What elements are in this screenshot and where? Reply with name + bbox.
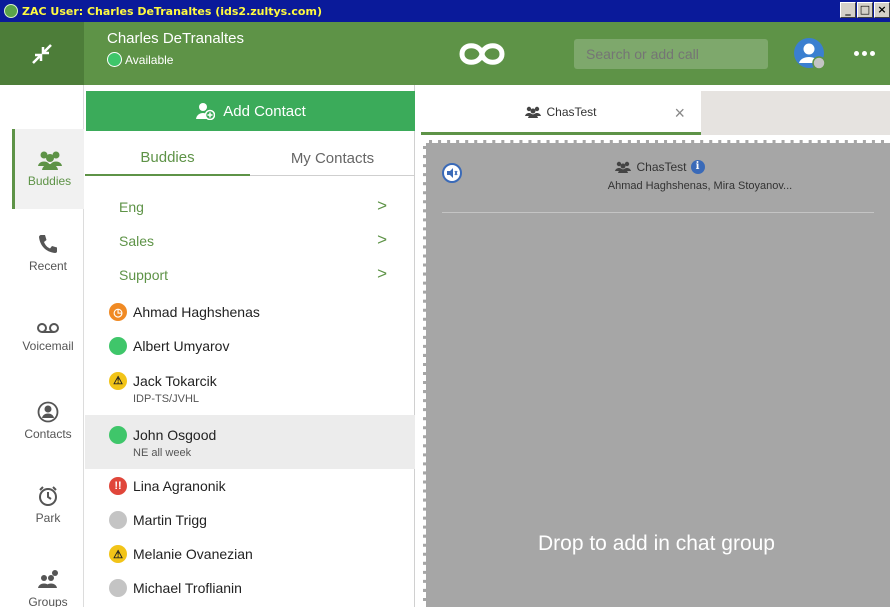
chat-title-row: ChasTest i [440, 160, 880, 174]
add-contact-label: Add Contact [223, 102, 306, 120]
chevron-right-icon: > [377, 230, 387, 249]
buddy-name: Ahmad Haghshenas [133, 304, 260, 320]
away-status-icon: ◷ [109, 303, 127, 321]
divider [442, 212, 874, 213]
more-dot-icon [861, 50, 867, 56]
available-status-icon [109, 337, 127, 355]
voicemail-icon [37, 323, 59, 333]
nav-groups[interactable]: Groups [12, 549, 84, 607]
group-label: Eng [119, 199, 144, 215]
close-icon[interactable]: × [674, 103, 685, 124]
warning-status-icon: ⚠ [109, 545, 127, 563]
nav-park[interactable]: Park [12, 465, 84, 545]
chat-title: ChasTest [636, 160, 687, 174]
user-status[interactable]: Available [107, 52, 173, 67]
tab-buddies[interactable]: Buddies [85, 140, 250, 176]
chat-members: Ahmad Haghshenas, Mira Stoyanov... [607, 180, 793, 192]
groups-icon [38, 570, 58, 588]
nav-voicemail[interactable]: Voicemail [12, 297, 84, 377]
window-titlebar: ZAC User: Charles DeTranaltes (ids2.zult… [0, 0, 890, 22]
group-row-support[interactable]: Support > [85, 258, 415, 292]
user-name: Charles DeTranaltes [107, 30, 244, 47]
group-row-eng[interactable]: Eng > [85, 190, 415, 224]
add-person-icon [196, 103, 216, 120]
buddy-name: Melanie Ovanezian [133, 546, 253, 562]
tab-chastest[interactable]: ChasTest × [421, 91, 701, 135]
available-status-icon [109, 425, 127, 444]
contacts-icon [37, 401, 59, 423]
chat-header: ChasTest i Ahmad Haghshenas, Mira Stoyan… [440, 150, 880, 212]
buddy-row[interactable]: !! Lina Agranonik [85, 469, 415, 503]
drop-hint-text: Drop to add in chat group [538, 532, 775, 555]
buddy-row[interactable]: Albert Umyarov [85, 329, 415, 363]
buddy-row[interactable]: John Osgood NE all week [85, 415, 415, 469]
nav-buddies[interactable]: Buddies [12, 129, 84, 209]
park-icon [39, 486, 57, 506]
buddy-row[interactable]: ⚠ Jack Tokarcik IDP-TS/JVHL [85, 363, 415, 413]
panel-tabs: Buddies My Contacts [85, 140, 415, 176]
group-label: Sales [119, 233, 155, 249]
buddy-row[interactable]: ⚠ Melanie Ovanezian [85, 537, 415, 571]
window-title: ZAC User: Charles DeTranaltes (ids2.zult… [22, 4, 322, 18]
nav-label: Buddies [27, 174, 72, 188]
nav-label: Voicemail [22, 339, 74, 353]
user-avatar-icon[interactable] [793, 37, 827, 71]
chevron-right-icon: > [377, 196, 387, 215]
more-dot-icon [853, 50, 859, 56]
add-contact-button[interactable]: Add Contact [86, 91, 415, 131]
buddy-name: John Osgood [133, 426, 217, 443]
nav-recent[interactable]: Recent [12, 213, 84, 293]
buddy-name: Michael Troflianin [133, 580, 242, 596]
warning-status-icon: ⚠ [109, 371, 127, 390]
buddies-panel: Add Contact Buddies My Contacts Eng > Sa… [85, 85, 415, 607]
more-options-button[interactable] [847, 43, 881, 63]
buddy-row[interactable]: ◷ Ahmad Haghshenas [85, 295, 415, 329]
offline-status-icon [109, 511, 127, 529]
collapse-button[interactable] [0, 22, 84, 85]
minimize-button[interactable]: _ [840, 2, 856, 18]
buddy-row[interactable]: Michael Troflianin [85, 571, 415, 605]
maximize-button[interactable]: □ [857, 2, 873, 18]
buddy-name: Lina Agranonik [133, 478, 226, 494]
tab-my-contacts[interactable]: My Contacts [250, 140, 415, 176]
chat-tab-bar: ChasTest × [421, 91, 890, 135]
user-status-label: Available [125, 52, 174, 67]
chevron-right-icon: > [377, 264, 387, 283]
group-row-sales[interactable]: Sales > [85, 224, 415, 258]
buddy-name: Albert Umyarov [133, 338, 230, 354]
buddy-note: NE all week [133, 446, 192, 459]
window-controls: _ □ × [840, 2, 890, 18]
nav-label: Contacts [24, 427, 72, 441]
app-icon [4, 4, 18, 18]
available-status-icon [107, 52, 122, 67]
nav-label: Recent [28, 259, 68, 273]
group-chat-icon [525, 106, 542, 118]
search-input[interactable] [574, 39, 768, 69]
group-chat-icon [615, 161, 632, 173]
app-header: Charles DeTranaltes Available [0, 22, 890, 85]
close-window-button[interactable]: × [874, 2, 890, 18]
buddy-name: Martin Trigg [133, 512, 207, 528]
chat-tab-label: ChasTest [546, 104, 597, 119]
more-dot-icon [869, 50, 875, 56]
collapse-arrows-icon [32, 43, 52, 64]
nav-label: Park [35, 511, 61, 525]
nav-label: Groups [28, 595, 68, 607]
zultys-logo-icon [459, 43, 505, 65]
left-navigation: Buddies Recent Voicemail Contacts Park G… [0, 85, 84, 607]
nav-contacts[interactable]: Contacts [12, 381, 84, 461]
buddy-name: Jack Tokarcik [133, 372, 217, 389]
buddy-note: IDP-TS/JVHL [133, 392, 200, 405]
busy-status-icon: !! [109, 477, 127, 495]
offline-status-icon [109, 579, 127, 597]
buddies-icon [37, 151, 62, 170]
buddy-row[interactable]: Martin Trigg [85, 503, 415, 537]
group-label: Support [119, 267, 169, 283]
phone-icon [39, 235, 57, 253]
info-icon[interactable]: i [690, 160, 705, 174]
